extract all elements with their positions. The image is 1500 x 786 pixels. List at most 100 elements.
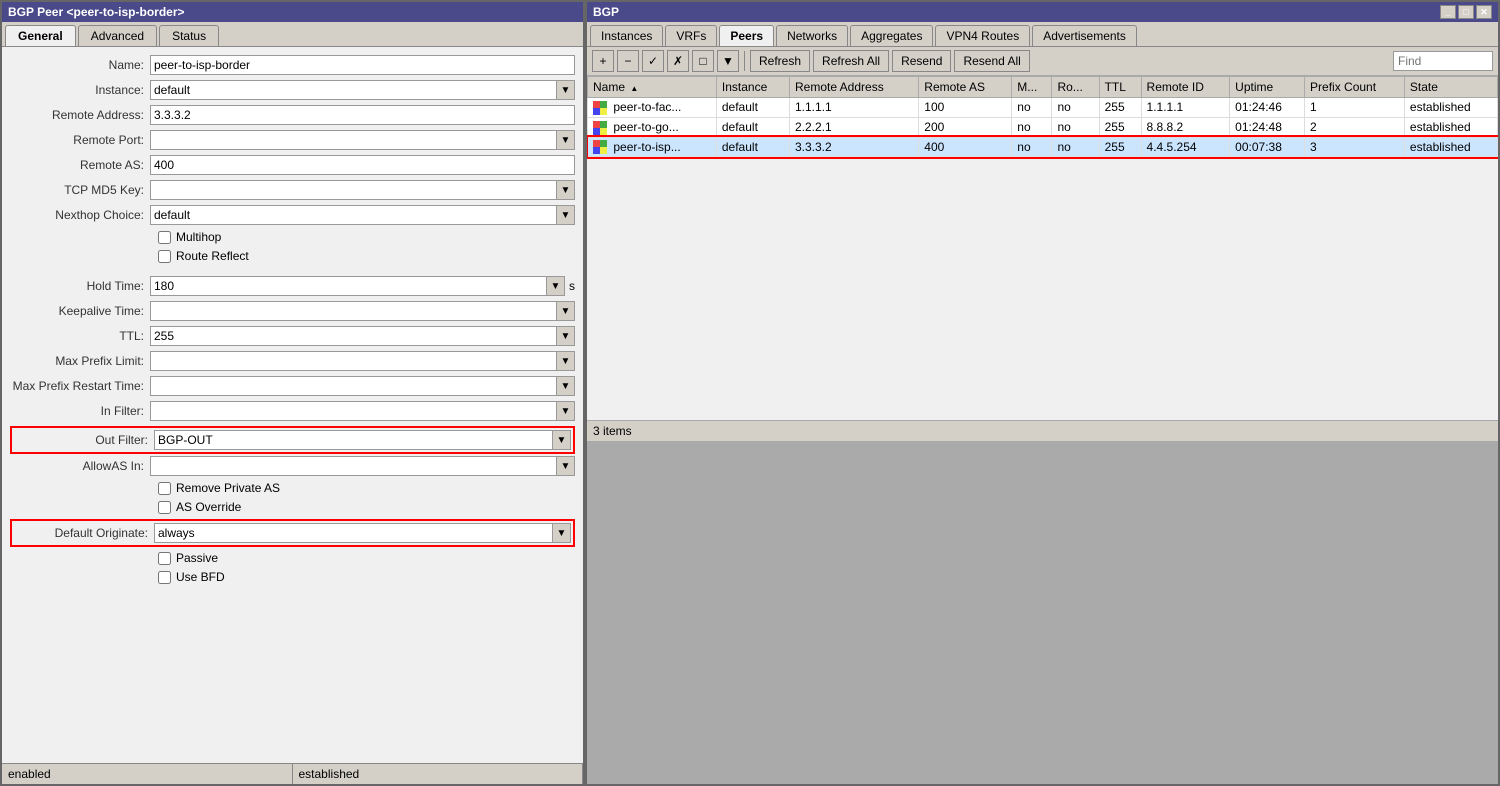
allowas-label: AllowAS In: <box>10 459 150 473</box>
col-state[interactable]: State <box>1404 77 1497 98</box>
form-area: Name: Instance: default ▼ Remote Address… <box>2 47 583 763</box>
tab-instances[interactable]: Instances <box>590 25 663 46</box>
minimize-btn[interactable]: _ <box>1440 5 1456 19</box>
remove-private-as-checkbox[interactable] <box>158 482 171 495</box>
allowas-dropdown-btn[interactable]: ▼ <box>556 457 574 475</box>
max-prefix-restart-select[interactable]: ▼ <box>150 376 575 396</box>
resend-all-btn[interactable]: Resend All <box>954 50 1029 72</box>
tcp-md5-dropdown-btn[interactable]: ▼ <box>556 181 574 199</box>
toolbar-separator <box>744 51 745 71</box>
check-btn[interactable]: ✓ <box>642 50 664 72</box>
nexthop-dropdown-btn[interactable]: ▼ <box>556 206 574 224</box>
copy-btn[interactable]: □ <box>692 50 714 72</box>
table-row[interactable]: peer-to-go... default 2.2.2.1 200 no no … <box>588 117 1498 137</box>
maximize-btn[interactable]: □ <box>1458 5 1474 19</box>
ttl-dropdown-btn[interactable]: ▼ <box>556 327 574 345</box>
find-input[interactable] <box>1393 51 1493 71</box>
out-filter-select[interactable]: BGP-OUT ▼ <box>154 430 571 450</box>
row2-ro: no <box>1052 117 1099 137</box>
remote-port-dropdown-btn[interactable]: ▼ <box>556 131 574 149</box>
col-ttl[interactable]: TTL <box>1099 77 1141 98</box>
use-bfd-label: Use BFD <box>176 570 225 584</box>
col-remote-id[interactable]: Remote ID <box>1141 77 1230 98</box>
tab-status[interactable]: Status <box>159 25 219 46</box>
row1-remote-as: 100 <box>919 98 1012 118</box>
tab-advanced[interactable]: Advanced <box>78 25 157 46</box>
row2-remote-id: 8.8.8.2 <box>1141 117 1230 137</box>
default-originate-dropdown-btn[interactable]: ▼ <box>552 524 570 542</box>
keepalive-row: Keepalive Time: ▼ <box>10 301 575 321</box>
keepalive-select[interactable]: ▼ <box>150 301 575 321</box>
out-filter-dropdown-btn[interactable]: ▼ <box>552 431 570 449</box>
row1-remote-id: 1.1.1.1 <box>1141 98 1230 118</box>
filter-btn[interactable]: ▼ <box>717 50 739 72</box>
ttl-select[interactable]: 255 ▼ <box>150 326 575 346</box>
tab-general[interactable]: General <box>5 25 76 46</box>
col-prefix-count[interactable]: Prefix Count <box>1305 77 1405 98</box>
in-filter-dropdown-btn[interactable]: ▼ <box>556 402 574 420</box>
max-prefix-restart-dropdown-btn[interactable]: ▼ <box>556 377 574 395</box>
row1-instance: default <box>716 98 789 118</box>
col-remote-address[interactable]: Remote Address <box>789 77 918 98</box>
default-originate-value: always <box>155 526 552 540</box>
close-btn[interactable]: ✕ <box>1476 5 1492 19</box>
name-input[interactable] <box>150 55 575 75</box>
remove-btn[interactable]: − <box>617 50 639 72</box>
remote-address-row: Remote Address: <box>10 105 575 125</box>
row3-ro: no <box>1052 137 1099 157</box>
tab-advertisements[interactable]: Advertisements <box>1032 25 1137 46</box>
max-prefix-limit-dropdown-btn[interactable]: ▼ <box>556 352 574 370</box>
passive-checkbox[interactable] <box>158 552 171 565</box>
col-remote-as[interactable]: Remote AS <box>919 77 1012 98</box>
instance-select[interactable]: default ▼ <box>150 80 575 100</box>
hold-time-dropdown-btn[interactable]: ▼ <box>546 277 564 295</box>
row3-instance: default <box>716 137 789 157</box>
resend-btn[interactable]: Resend <box>892 50 951 72</box>
default-originate-select[interactable]: always ▼ <box>154 523 571 543</box>
default-originate-row: Default Originate: always ▼ <box>14 523 571 543</box>
hold-time-value: 180 <box>151 279 546 293</box>
tab-networks[interactable]: Networks <box>776 25 848 46</box>
out-filter-value: BGP-OUT <box>155 433 552 447</box>
row2-instance: default <box>716 117 789 137</box>
remote-address-input[interactable] <box>150 105 575 125</box>
ttl-label: TTL: <box>10 329 150 343</box>
max-prefix-restart-label: Max Prefix Restart Time: <box>10 379 150 393</box>
max-prefix-limit-select[interactable]: ▼ <box>150 351 575 371</box>
cross-btn[interactable]: ✗ <box>667 50 689 72</box>
tab-aggregates[interactable]: Aggregates <box>850 25 933 46</box>
multihop-checkbox[interactable] <box>158 231 171 244</box>
right-title: BGP <box>593 5 619 19</box>
tab-peers[interactable]: Peers <box>719 25 774 46</box>
use-bfd-checkbox[interactable] <box>158 571 171 584</box>
col-ro[interactable]: Ro... <box>1052 77 1099 98</box>
table-header-row: Name ▲ Instance Remote Address Remote AS… <box>588 77 1498 98</box>
remote-port-select[interactable]: ▼ <box>150 130 575 150</box>
passive-row: Passive <box>10 551 575 565</box>
remote-as-input[interactable] <box>150 155 575 175</box>
table-row-selected[interactable]: peer-to-isp... default 3.3.3.2 400 no no… <box>588 137 1498 157</box>
instance-dropdown-btn[interactable]: ▼ <box>556 81 574 99</box>
route-reflect-checkbox[interactable] <box>158 250 171 263</box>
tcp-md5-select[interactable]: ▼ <box>150 180 575 200</box>
nexthop-select[interactable]: default ▼ <box>150 205 575 225</box>
table-row[interactable]: peer-to-fac... default 1.1.1.1 100 no no… <box>588 98 1498 118</box>
instance-value: default <box>151 83 556 97</box>
allowas-select[interactable]: ▼ <box>150 456 575 476</box>
as-override-checkbox[interactable] <box>158 501 171 514</box>
refresh-all-btn[interactable]: Refresh All <box>813 50 889 72</box>
hold-time-select[interactable]: 180 ▼ <box>150 276 565 296</box>
col-name[interactable]: Name ▲ <box>588 77 717 98</box>
hold-time-label: Hold Time: <box>10 279 150 293</box>
col-m[interactable]: M... <box>1012 77 1052 98</box>
in-filter-select[interactable]: ▼ <box>150 401 575 421</box>
tab-vpn4routes[interactable]: VPN4 Routes <box>935 25 1030 46</box>
row3-state: established <box>1404 137 1497 157</box>
col-instance[interactable]: Instance <box>716 77 789 98</box>
keepalive-dropdown-btn[interactable]: ▼ <box>556 302 574 320</box>
out-filter-row: Out Filter: BGP-OUT ▼ <box>14 430 571 450</box>
tab-vrfs[interactable]: VRFs <box>665 25 717 46</box>
col-uptime[interactable]: Uptime <box>1230 77 1305 98</box>
refresh-btn[interactable]: Refresh <box>750 50 810 72</box>
add-btn[interactable]: + <box>592 50 614 72</box>
